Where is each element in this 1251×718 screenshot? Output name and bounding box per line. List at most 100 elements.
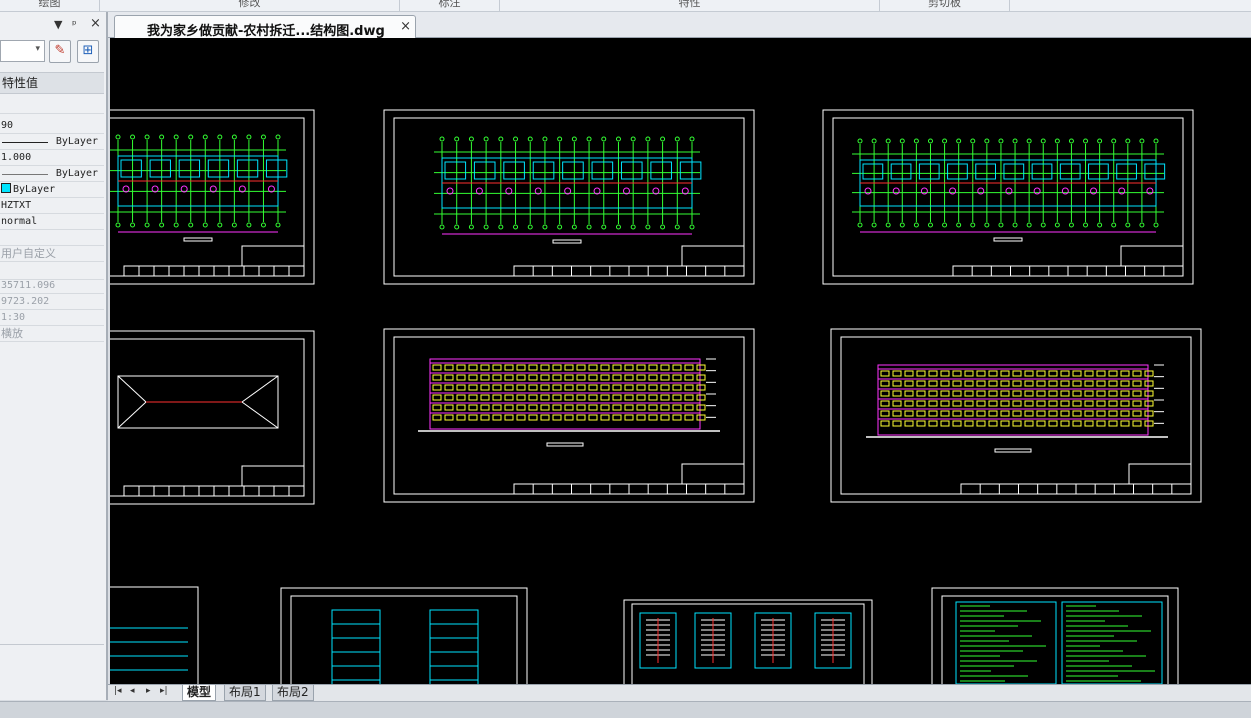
window bbox=[916, 420, 926, 427]
axis-bubble bbox=[1097, 138, 1103, 144]
ribbon-group-labels: 绘图 修改 标注 特性 剪切板 bbox=[0, 0, 1251, 12]
axis-bubble bbox=[660, 136, 666, 142]
axis-bubble bbox=[202, 134, 208, 140]
prop-row-color[interactable]: ByLayer bbox=[0, 182, 104, 198]
select-objects-button[interactable]: ⊞ bbox=[77, 40, 99, 63]
axis-bubble bbox=[557, 224, 563, 230]
window bbox=[988, 390, 998, 397]
window bbox=[916, 380, 926, 387]
sheet-border bbox=[822, 109, 1194, 285]
prop-row-scale-type[interactable]: 用户自定义 bbox=[0, 246, 104, 262]
window bbox=[1048, 400, 1058, 407]
prop-row-rotation[interactable]: 90 bbox=[0, 118, 104, 134]
window bbox=[940, 410, 950, 417]
drawing-canvas[interactable] bbox=[110, 38, 1251, 684]
prop-row-width[interactable]: 35711.096 bbox=[0, 278, 104, 294]
window bbox=[1096, 390, 1106, 397]
window bbox=[1144, 390, 1154, 397]
window bbox=[648, 364, 658, 371]
roof-ridge bbox=[241, 401, 279, 429]
ribbon-group-annotate[interactable]: 标注 bbox=[400, 0, 500, 12]
window bbox=[540, 414, 550, 421]
window bbox=[1084, 420, 1094, 427]
window bbox=[468, 404, 478, 411]
axis-bubble bbox=[246, 222, 252, 228]
toggle-pickadd-button[interactable]: ✎ bbox=[49, 40, 71, 63]
prop-row-linetype[interactable]: ByLayer bbox=[0, 134, 104, 150]
room bbox=[1003, 163, 1025, 180]
window bbox=[892, 400, 902, 407]
ribbon-group-properties[interactable]: 特性 bbox=[500, 0, 880, 12]
prop-row-height[interactable]: 9723.202 bbox=[0, 294, 104, 310]
window bbox=[456, 394, 466, 401]
last-layout-icon[interactable]: ▸| bbox=[160, 686, 168, 696]
palette-divider bbox=[0, 644, 104, 645]
property-values-header: 特性值 bbox=[0, 72, 104, 94]
previous-layout-icon[interactable]: ◂ bbox=[130, 686, 135, 696]
window bbox=[1024, 370, 1034, 377]
window bbox=[904, 380, 914, 387]
window bbox=[988, 400, 998, 407]
axis-bubble bbox=[1012, 138, 1018, 144]
axis-bubble bbox=[173, 222, 179, 228]
axis-bubble bbox=[899, 138, 905, 144]
ribbon-group-modify[interactable]: 修改 bbox=[100, 0, 400, 12]
window bbox=[892, 390, 902, 397]
close-tab-icon[interactable]: × bbox=[400, 19, 411, 34]
window bbox=[904, 410, 914, 417]
first-layout-icon[interactable]: |◂ bbox=[114, 686, 122, 696]
window bbox=[600, 414, 610, 421]
axis-bubble bbox=[899, 222, 905, 228]
next-layout-icon[interactable]: ▸ bbox=[146, 686, 151, 696]
window bbox=[1132, 400, 1142, 407]
window bbox=[892, 370, 902, 377]
axis-bubble bbox=[260, 222, 266, 228]
axis-bubble bbox=[513, 136, 519, 142]
title-block-corner bbox=[241, 465, 305, 487]
object-type-select[interactable]: ▾ bbox=[0, 40, 45, 62]
palette-menu-icon[interactable]: ▼ bbox=[54, 18, 62, 31]
window bbox=[1072, 370, 1082, 377]
axis-bubble bbox=[468, 224, 474, 230]
tab-layout2[interactable]: 布局2 bbox=[272, 685, 314, 701]
window bbox=[1132, 390, 1142, 397]
close-icon[interactable]: × bbox=[90, 16, 101, 31]
prop-value: 1.000 bbox=[1, 152, 32, 163]
lineweight-sample bbox=[2, 174, 48, 175]
prop-row-empty[interactable] bbox=[0, 230, 104, 246]
tab-model[interactable]: 模型 bbox=[182, 685, 217, 701]
window bbox=[1108, 390, 1118, 397]
axis-bubble bbox=[1040, 138, 1046, 144]
room bbox=[207, 159, 230, 178]
prop-row-scale[interactable]: 1:30 bbox=[0, 310, 104, 326]
sheet-frame bbox=[832, 117, 1184, 277]
axis-bubble bbox=[159, 134, 165, 140]
window bbox=[976, 370, 986, 377]
prop-row-plot-style[interactable]: normal bbox=[0, 214, 104, 230]
axis-bubble bbox=[260, 134, 266, 140]
window bbox=[892, 420, 902, 427]
window bbox=[880, 400, 890, 407]
window bbox=[976, 380, 986, 387]
window bbox=[1060, 390, 1070, 397]
prop-row-lineweight[interactable]: ByLayer bbox=[0, 166, 104, 182]
window bbox=[504, 384, 514, 391]
pencil-cross-icon: ✎ bbox=[54, 43, 66, 58]
tab-layout1[interactable]: 布局1 bbox=[224, 685, 266, 701]
window bbox=[1132, 370, 1142, 377]
ribbon-group-clipboard[interactable]: 剪切板 bbox=[880, 0, 1010, 12]
window bbox=[588, 414, 598, 421]
prop-row-text-style[interactable]: HZTXT bbox=[0, 198, 104, 214]
window bbox=[1108, 410, 1118, 417]
prop-row-orientation[interactable]: 横放 bbox=[0, 326, 104, 342]
document-tab[interactable]: 我为家乡做贡献-农村拆迁...结构图.dwg × bbox=[114, 15, 416, 39]
window bbox=[892, 380, 902, 387]
axis-bubble bbox=[645, 224, 651, 230]
pin-icon[interactable]: ᵖ bbox=[72, 18, 77, 31]
prop-row-linetype-scale[interactable]: 1.000 bbox=[0, 150, 104, 166]
ribbon-group-draw[interactable]: 绘图 bbox=[0, 0, 100, 12]
prop-row-empty[interactable] bbox=[0, 98, 104, 114]
window bbox=[516, 374, 526, 381]
window bbox=[648, 384, 658, 391]
status-bar bbox=[0, 701, 1251, 718]
